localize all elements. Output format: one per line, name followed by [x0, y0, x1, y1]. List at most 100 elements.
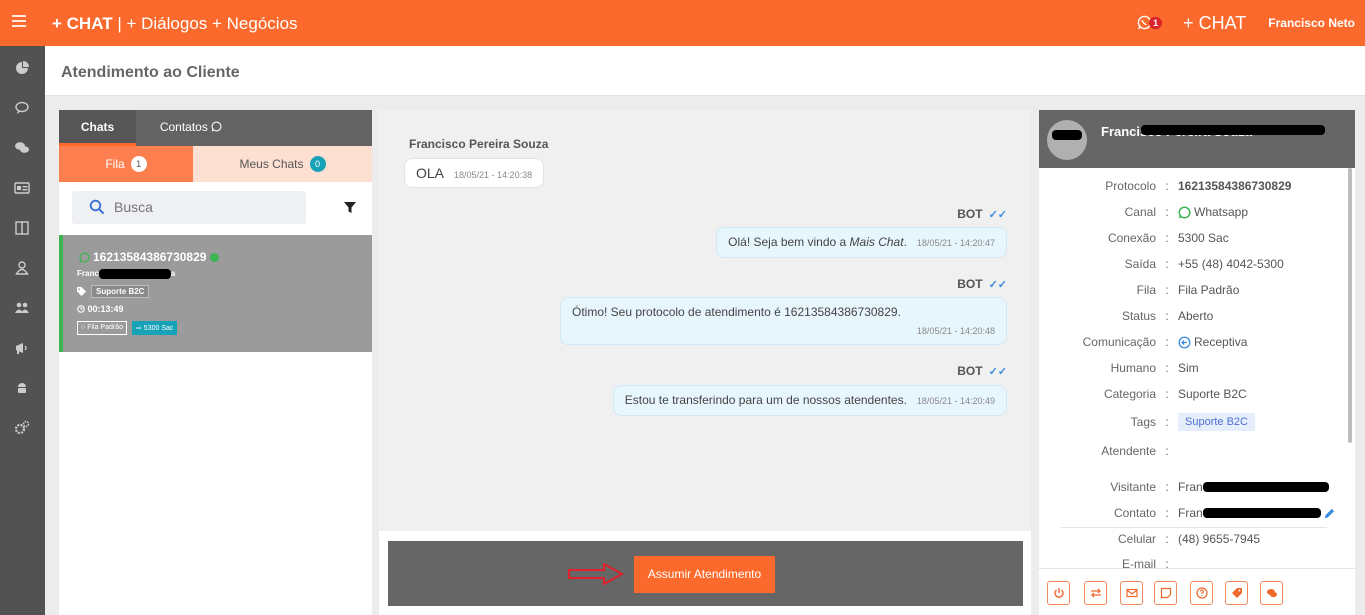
page-header: Atendimento ao Cliente — [45, 46, 1365, 96]
tab-contatos-label: Contatos — [159, 120, 208, 134]
field-label: Status — [1121, 309, 1156, 323]
note-button[interactable] — [1154, 581, 1177, 605]
id-card-icon[interactable] — [14, 180, 30, 196]
message-text: OLA — [416, 165, 445, 181]
field-value: (48) 9655-7945 — [1178, 532, 1261, 546]
chat-item-name-start: Franc — [77, 269, 99, 279]
field-canal: Canal: Whatsapp — [1039, 202, 1248, 222]
field-label: Saída — [1124, 257, 1156, 271]
contact-details-panel: Francisco Pereira Souza Protocolo:162135… — [1039, 110, 1355, 615]
chat-item-tag-label: Suporte B2C — [91, 285, 150, 298]
field-comunicacao: Comunicação: Receptiva — [1039, 332, 1248, 352]
filter-icon[interactable] — [344, 202, 356, 214]
email-icon — [1125, 588, 1138, 598]
chat-item-connection: 5300 Sac — [143, 325, 174, 332]
megaphone-icon[interactable] — [14, 340, 30, 356]
help-icon — [1195, 587, 1208, 599]
message-timestamp: 18/05/21 - 14:20:48 — [916, 326, 995, 336]
tab-contatos[interactable]: Contatos — [136, 110, 246, 146]
android-icon[interactable] — [14, 380, 30, 396]
field-label: Tags — [1130, 415, 1156, 429]
scrollbar[interactable] — [1348, 168, 1352, 443]
field-value: Receptiva — [1194, 335, 1248, 349]
tab-meus-chats-label: Meus Chats — [239, 157, 304, 171]
field-value: Aberto — [1178, 309, 1214, 323]
conversation-footer: Assumir Atendimento — [379, 531, 1031, 615]
tab-chats[interactable]: Chats — [59, 110, 136, 146]
field-saida: Saída: +55 (48) 4042-5300 — [1039, 254, 1284, 274]
search-icon — [89, 199, 105, 215]
hamburger-menu-icon[interactable] — [12, 15, 26, 27]
chat-item-name: Franc a — [77, 269, 175, 279]
chat-list-tabs: Chats Contatos — [59, 110, 372, 146]
tag-icon — [1231, 588, 1242, 598]
field-email: E-mail: — [1039, 554, 1178, 568]
message-bubble-outgoing: Olá! Seja bem vindo a Mais Chat. 18/05/21… — [716, 227, 1007, 258]
message-sender-bot: BOT ✓✓ — [957, 277, 1007, 291]
user-icon[interactable] — [14, 260, 30, 276]
divider — [1061, 527, 1327, 528]
field-protocolo: Protocolo:16213584386730829 — [1039, 176, 1291, 196]
help-button[interactable] — [1190, 581, 1213, 605]
field-value: Fran — [1178, 480, 1203, 494]
field-value: 16213584386730829 — [1178, 179, 1292, 193]
message-sender: BOT — [957, 277, 983, 291]
user-menu[interactable]: Francisco Neto — [1268, 16, 1355, 30]
message-text-italic: Mais Chat — [849, 235, 904, 249]
field-label: Comunicação — [1082, 335, 1156, 349]
contact-name: Francisco Pereira Souza — [1101, 124, 1325, 139]
tab-meus-chats[interactable]: Meus Chats 0 — [193, 146, 372, 182]
email-button[interactable] — [1120, 581, 1143, 605]
chat-item-time-text: 00:13:49 — [87, 304, 124, 314]
queue-tabs: Fila 1 Meus Chats 0 — [59, 146, 372, 182]
message-bubble-outgoing: Ótimo! Seu protocolo de atendimento é 16… — [560, 297, 1007, 345]
tag-chip: Suporte B2C — [1178, 413, 1255, 431]
users-icon[interactable] — [14, 300, 30, 316]
chat-item-queue-chip: ○ Fila Padrão — [77, 321, 127, 335]
note-icon — [1160, 587, 1171, 599]
transfer-button[interactable] — [1084, 581, 1107, 605]
tab-fila[interactable]: Fila 1 — [59, 146, 193, 182]
field-atendente: Atendente: — [1039, 441, 1178, 461]
message-text: Ótimo! Seu protocolo de atendimento é 16… — [572, 305, 901, 319]
redaction-bar — [1141, 125, 1325, 135]
field-conexao: Conexão:5300 Sac — [1039, 228, 1229, 248]
message-timestamp: 18/05/21 - 14:20:38 — [454, 170, 533, 180]
chat-list-item[interactable]: 16213584386730829 Franc a Suporte B2C 00:… — [59, 235, 372, 352]
field-label: Categoria — [1103, 387, 1156, 401]
columns-icon[interactable] — [14, 220, 30, 236]
search-input[interactable] — [114, 199, 294, 215]
edit-pencil-icon[interactable] — [1324, 508, 1335, 519]
top-chat-link[interactable]: + CHAT — [1183, 13, 1246, 34]
tags-button[interactable] — [1225, 581, 1248, 605]
fila-count-badge: 1 — [130, 156, 147, 172]
field-celular: Celular: (48) 9655-7945 — [1039, 529, 1260, 549]
chat-item-connection-chip: ⇨ 5300 Sac — [131, 321, 178, 335]
whatsapp-notifications-button[interactable]: 1 — [1137, 13, 1163, 33]
tag-icon — [77, 287, 86, 296]
comments-button[interactable] — [1260, 581, 1283, 605]
brand-bold: + CHAT — [52, 14, 113, 33]
chat-item-protocol-text: 16213584386730829 — [93, 250, 207, 264]
field-tags: Tags: Suporte B2C — [1039, 412, 1255, 432]
whatsapp-icon — [211, 121, 222, 132]
clock-icon — [77, 305, 85, 313]
end-chat-button[interactable] — [1047, 581, 1070, 605]
gears-icon[interactable] — [14, 420, 30, 436]
redaction-bar — [98, 269, 171, 279]
comments-icon — [1266, 589, 1277, 598]
field-value: +55 (48) 4042-5300 — [1178, 257, 1284, 271]
double-check-icon: ✓✓ — [988, 279, 1007, 291]
contact-info: Protocolo:16213584386730829 Canal: Whats… — [1039, 168, 1345, 568]
contact-actions — [1039, 568, 1355, 615]
chat-bubble-icon[interactable] — [14, 100, 30, 116]
message-sender-bot: BOT ✓✓ — [957, 207, 1007, 221]
field-label: E-mail — [1121, 557, 1156, 568]
chat-item-queue: Fila Padrão — [87, 324, 123, 331]
message-bubble-incoming: OLA 18/05/21 - 14:20:38 — [404, 158, 545, 188]
field-label: Humano — [1110, 361, 1156, 375]
whatsapp-icon — [1178, 205, 1191, 219]
assumir-atendimento-button[interactable]: Assumir Atendimento — [634, 556, 775, 593]
chats-icon[interactable] — [14, 140, 30, 156]
pie-chart-icon[interactable] — [14, 60, 30, 76]
